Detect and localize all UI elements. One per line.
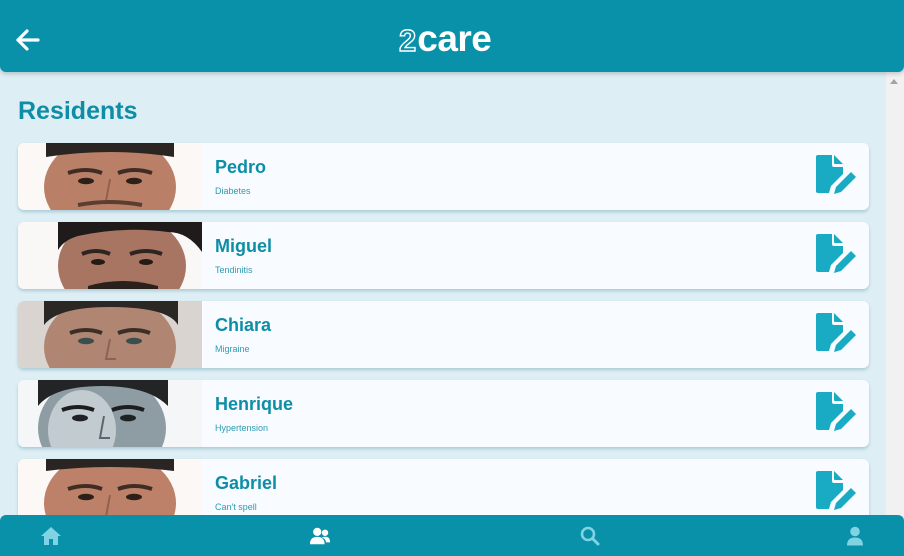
nav-home-button[interactable] [40,525,62,547]
resident-photo [18,301,202,368]
home-icon [41,527,61,545]
scrollbar[interactable] [886,72,904,516]
resident-name: Pedro [215,157,267,177]
resident-photo [18,143,202,210]
resident-condition: Migraine [215,344,250,354]
users-icon [309,527,331,545]
app-logo: 2 care [398,18,492,59]
scroll-up-arrow-icon[interactable] [890,79,898,84]
resident-card[interactable]: Chiara Migraine [18,301,869,368]
edit-document-icon [816,234,856,273]
edit-document-icon [816,155,856,194]
logo-word: care [417,18,492,59]
resident-photo [18,222,202,289]
user-icon [847,526,863,546]
top-app-bar: 2 care [0,0,904,72]
resident-name: Gabriel [215,473,278,493]
bottom-navigation [0,515,904,556]
edit-record-button[interactable] [814,392,858,432]
edit-record-button[interactable] [814,155,858,195]
search-icon [580,526,600,546]
edit-document-icon [816,471,856,510]
nav-residents-button[interactable] [309,525,331,547]
edit-record-button[interactable] [814,313,858,353]
resident-card[interactable]: Henrique Hypertension [18,380,869,447]
nav-search-button[interactable] [579,525,601,547]
resident-card[interactable]: Pedro Diabetes [18,143,869,210]
edit-record-button[interactable] [814,234,858,274]
resident-condition: Diabetes [215,186,251,196]
resident-card[interactable]: Miguel Tendinitis [18,222,869,289]
edit-document-icon [816,313,856,352]
back-button[interactable] [14,26,42,54]
residents-list: Pedro Diabetes Miguel Tendinitis Chiara … [18,143,869,538]
resident-photo [18,380,202,447]
edit-record-button[interactable] [814,471,858,511]
resident-condition: Hypertension [215,423,269,433]
resident-condition: Can't spell [215,502,257,512]
nav-profile-button[interactable] [844,525,866,547]
page-title: Residents [18,97,138,125]
resident-name: Chiara [215,315,272,335]
resident-condition: Tendinitis [215,265,253,275]
logo-number: 2 [398,22,417,58]
resident-name: Miguel [215,236,272,256]
arrow-left-icon [16,29,40,51]
edit-document-icon [816,392,856,431]
resident-name: Henrique [215,394,294,414]
